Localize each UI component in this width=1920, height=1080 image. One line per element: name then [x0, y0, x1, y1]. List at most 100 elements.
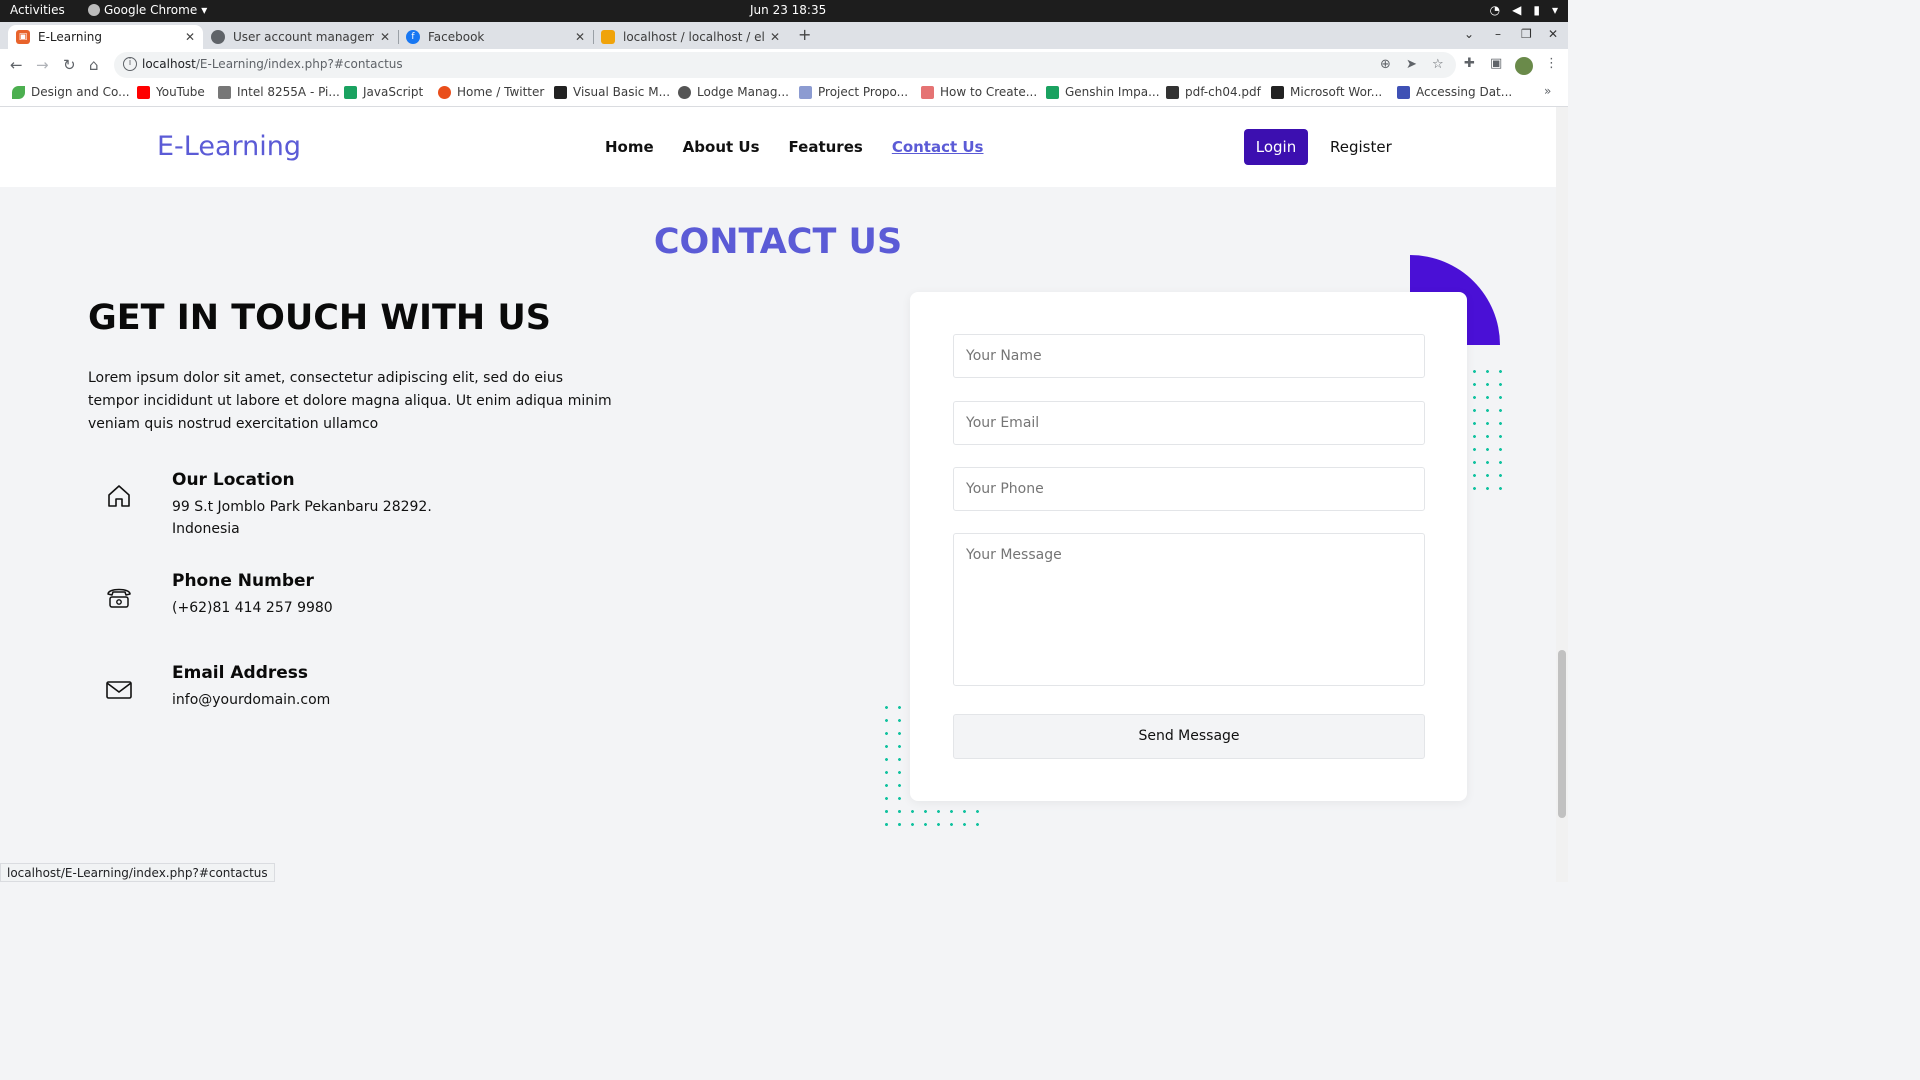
- w3schools-icon: [344, 85, 357, 99]
- bookmark-item[interactable]: Lodge Manag...: [678, 85, 789, 99]
- scrollbar-thumb[interactable]: [1558, 650, 1566, 818]
- app-name: Google Chrome: [104, 3, 198, 17]
- bookmark-label: YouTube: [156, 85, 205, 99]
- power-icon: ▾: [1551, 3, 1558, 17]
- bookmark-label: Design and Co...: [31, 85, 130, 99]
- bookmark-item[interactable]: Intel 8255A - Pi...: [218, 85, 340, 99]
- bookmark-label: How to Create...: [940, 85, 1038, 99]
- leaf-icon: [12, 85, 25, 99]
- nav-home[interactable]: Home: [605, 138, 654, 156]
- address-bar[interactable]: i localhost/E-Learning/index.php?#contac…: [114, 52, 1456, 78]
- back-arrow-icon[interactable]: ←: [10, 56, 23, 74]
- w3schools-icon: [1046, 85, 1059, 99]
- share-icon[interactable]: ➤: [1406, 57, 1417, 72]
- clock[interactable]: Jun 23 18:35: [750, 3, 826, 17]
- bookmark-item[interactable]: Home / Twitter: [438, 85, 544, 99]
- os-top-bar: Activities Google Chrome ▾ Jun 23 18:35 …: [0, 0, 1568, 22]
- wix-icon: [799, 85, 812, 99]
- bookmark-star-icon[interactable]: ☆: [1432, 57, 1444, 72]
- decorative-dots-top: [1468, 365, 1507, 495]
- tab-title: localhost / localhost / ele: [623, 30, 764, 44]
- twitter-icon: [438, 85, 451, 99]
- globe-icon: [678, 85, 691, 99]
- wifi-icon: ◔: [1489, 3, 1501, 17]
- bookmark-item[interactable]: Design and Co...: [12, 85, 130, 99]
- phpmyadmin-icon: [601, 30, 615, 44]
- name-field[interactable]: [953, 334, 1425, 378]
- bookmark-label: pdf-ch04.pdf: [1185, 85, 1261, 99]
- email-field[interactable]: [953, 401, 1425, 445]
- bookmark-label: Microsoft Wor...: [1290, 85, 1383, 99]
- page-scrollbar[interactable]: [1556, 107, 1568, 882]
- bookmark-item[interactable]: Genshin Impa...: [1046, 85, 1160, 99]
- tab-search-chevron-icon[interactable]: ⌄: [1464, 27, 1474, 41]
- volume-icon: ◀: [1512, 3, 1522, 17]
- youtube-icon: [137, 85, 150, 99]
- facebook-icon: f: [406, 30, 420, 44]
- login-button[interactable]: Login: [1244, 129, 1308, 165]
- minimize-icon[interactable]: –: [1495, 27, 1501, 41]
- bookmark-label: Project Propo...: [818, 85, 909, 99]
- info-icon[interactable]: i: [123, 57, 137, 71]
- address-url[interactable]: localhost/E-Learning/index.php?#contactu…: [142, 57, 403, 71]
- profile-avatar[interactable]: [1515, 57, 1533, 75]
- web-page: E-Learning Home About Us Features Contac…: [0, 107, 1556, 882]
- system-tray[interactable]: ◔ ◀ ▮ ▾: [1490, 3, 1558, 17]
- home-icon[interactable]: ⌂: [89, 56, 99, 74]
- bookmark-label: Intel 8255A - Pi...: [237, 85, 340, 99]
- app-menu[interactable]: Google Chrome ▾: [88, 3, 207, 17]
- url-host: localhost: [142, 57, 196, 71]
- phone-field[interactable]: [953, 467, 1425, 511]
- home-icon: [108, 485, 130, 507]
- section-title: CONTACT US: [653, 222, 903, 262]
- tab-facebook[interactable]: f Facebook ✕: [398, 25, 593, 49]
- site-header: E-Learning Home About Us Features Contac…: [0, 107, 1556, 187]
- page-icon: [921, 85, 934, 99]
- window-close-icon[interactable]: ✕: [1548, 27, 1558, 41]
- location-value: 99 S.t Jomblo Park Pekanbaru 28292. Indo…: [172, 499, 432, 537]
- extensions-icon[interactable]: ✚: [1464, 56, 1475, 71]
- bookmark-item[interactable]: Microsoft Wor...: [1271, 85, 1382, 99]
- side-panel-icon[interactable]: ▣: [1490, 56, 1502, 71]
- reload-icon[interactable]: ↻: [63, 56, 76, 74]
- bookmark-item[interactable]: YouTube: [137, 85, 205, 99]
- restore-icon[interactable]: ❐: [1521, 27, 1532, 41]
- zoom-icon[interactable]: ⊕: [1380, 57, 1391, 72]
- menu-kebab-icon[interactable]: ⋮: [1545, 56, 1558, 71]
- bookmark-label: JavaScript: [363, 85, 424, 99]
- tab-e-learning[interactable]: ▣ E-Learning ✕: [8, 25, 203, 49]
- site-logo[interactable]: E-Learning: [157, 131, 301, 162]
- message-field[interactable]: [953, 533, 1425, 686]
- globe-icon: [211, 30, 225, 44]
- bookmarks-overflow-icon[interactable]: »: [1544, 84, 1551, 98]
- forward-arrow-icon[interactable]: →: [36, 56, 49, 74]
- battery-icon: ▮: [1533, 3, 1540, 17]
- bookmark-item[interactable]: pdf-ch04.pdf: [1166, 85, 1261, 99]
- close-icon[interactable]: ✕: [185, 30, 195, 44]
- nav-features[interactable]: Features: [789, 138, 863, 156]
- close-icon[interactable]: ✕: [575, 30, 585, 44]
- bookmark-item[interactable]: Visual Basic M...: [554, 85, 670, 99]
- bookmark-label: Accessing Dat...: [1416, 85, 1513, 99]
- tab-user-account[interactable]: User account managemen ✕: [203, 25, 398, 49]
- bookmark-item[interactable]: Project Propo...: [799, 85, 908, 99]
- tab-title: User account managemen: [233, 30, 374, 44]
- bookmark-label: Visual Basic M...: [573, 85, 671, 99]
- email-title: Email Address: [172, 663, 309, 683]
- close-icon[interactable]: ✕: [770, 30, 780, 44]
- nav-contact-us[interactable]: Contact Us: [892, 138, 984, 156]
- contact-heading: GET IN TOUCH WITH US: [88, 298, 552, 338]
- new-tab-plus-icon[interactable]: +: [798, 25, 811, 44]
- wikipedia-icon: [1166, 85, 1179, 99]
- bookmark-item[interactable]: JavaScript: [344, 85, 423, 99]
- chevron-down-icon: ▾: [201, 3, 208, 17]
- activities-button[interactable]: Activities: [10, 3, 65, 17]
- send-message-button[interactable]: Send Message: [953, 714, 1425, 759]
- bookmark-item[interactable]: Accessing Dat...: [1397, 85, 1512, 99]
- close-icon[interactable]: ✕: [380, 30, 390, 44]
- register-link[interactable]: Register: [1330, 138, 1392, 156]
- bookmark-item[interactable]: How to Create...: [921, 85, 1037, 99]
- nav-about-us[interactable]: About Us: [683, 138, 760, 156]
- contact-form: Send Message: [910, 292, 1467, 801]
- tab-phpmyadmin[interactable]: localhost / localhost / ele ✕: [593, 25, 788, 49]
